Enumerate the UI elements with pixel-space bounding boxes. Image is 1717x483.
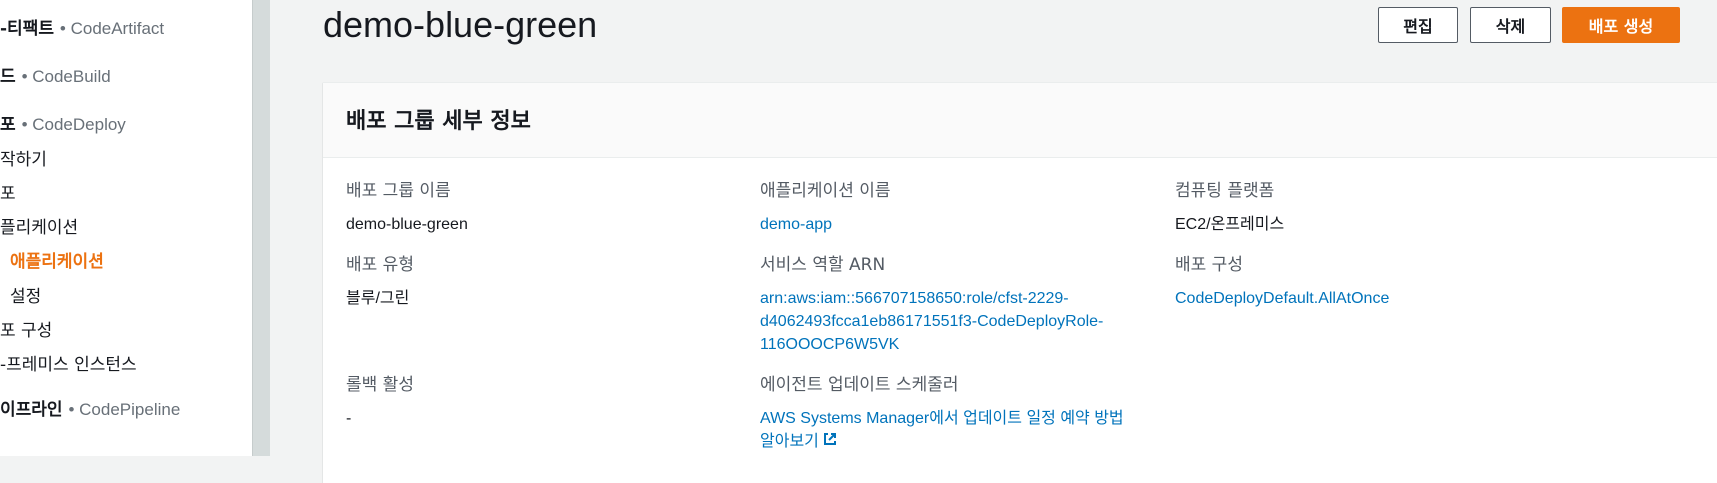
field-deploy-config: 배포 구성 CodeDeployDefault.AllAtOnce: [1175, 250, 1565, 310]
nav-service: • CodePipeline: [68, 400, 181, 419]
nav-codedeploy[interactable]: 포 • CodeDeploy: [0, 110, 126, 135]
field-label: 배포 유형: [346, 255, 414, 275]
panel-title: 배포 그룹 세부 정보: [346, 109, 531, 134]
field-deploy-type: 배포 유형 블루/그린: [346, 250, 736, 310]
panel-header: 배포 그룹 세부 정보: [323, 83, 1717, 158]
link-text: 알아보기: [760, 433, 819, 450]
field-label: 에이전트 업데이트 스케줄러: [760, 375, 959, 395]
nav-label: 포: [0, 115, 16, 135]
edit-button[interactable]: 편집: [1378, 7, 1458, 43]
app-name-link[interactable]: demo-app: [760, 213, 1150, 236]
role-arn-link[interactable]: arn:aws:iam::566707158650:role/cfst-2229…: [760, 287, 1150, 356]
nav-service: • CodeDeploy: [21, 115, 126, 134]
sidebar-nav: -티팩트 • CodeArtifact 드 • CodeBuild 포 • Co…: [0, 0, 252, 456]
field-label: 롤백 활성: [346, 375, 414, 395]
main-content: demo-blue-green 편집 삭제 배포 생성 배포 그룹 세부 정보 …: [269, 0, 1717, 483]
field-label: 컴퓨팅 플랫폼: [1175, 181, 1275, 201]
nav-codeartifact[interactable]: -티팩트 • CodeArtifact: [0, 14, 164, 39]
field-value: -: [346, 410, 352, 427]
arn-line: d4062493fcca1eb86171551f3-CodeDeployRole…: [760, 313, 1104, 330]
nav-label: 이프라인: [0, 400, 63, 420]
agent-scheduler-link[interactable]: AWS Systems Manager에서 업데이트 일정 예약 방법 알아보기: [760, 407, 1160, 453]
nav-getting-started[interactable]: 작하기: [0, 145, 47, 170]
field-platform: 컴퓨팅 플랫폼 EC2/온프레미스: [1175, 176, 1565, 236]
field-value: 블루/그린: [346, 290, 410, 307]
nav-applications-active[interactable]: 애플리케이션: [10, 247, 104, 272]
field-label: 서비스 역할 ARN: [760, 255, 886, 275]
field-label: 배포 그룹 이름: [346, 181, 451, 201]
nav-service: • CodeBuild: [21, 67, 111, 86]
nav-label: 드: [0, 67, 16, 87]
field-rollback: 롤백 활성 -: [346, 370, 736, 430]
deploy-config-link[interactable]: CodeDeployDefault.AllAtOnce: [1175, 287, 1565, 310]
link-line: AWS Systems Manager에서 업데이트 일정 예약 방법: [760, 410, 1124, 427]
create-deployment-button[interactable]: 배포 생성: [1562, 7, 1680, 43]
nav-applications[interactable]: 플리케이션: [0, 213, 78, 238]
field-label: 애플리케이션 이름: [760, 181, 891, 201]
nav-codepipeline[interactable]: 이프라인 • CodePipeline: [0, 395, 180, 420]
field-value: EC2/온프레미스: [1175, 216, 1285, 233]
nav-codebuild[interactable]: 드 • CodeBuild: [0, 62, 111, 87]
details-panel: 배포 그룹 세부 정보 배포 그룹 이름 demo-blue-green 애플리…: [323, 82, 1717, 483]
arn-line: arn:aws:iam::566707158650:role/cfst-2229…: [760, 290, 1069, 307]
field-app-name: 애플리케이션 이름 demo-app: [760, 176, 1150, 236]
nav-deployments[interactable]: 포: [0, 179, 16, 204]
sidebar-scrollbar[interactable]: [252, 0, 270, 456]
nav-settings[interactable]: 설정: [10, 282, 41, 307]
field-group-name: 배포 그룹 이름 demo-blue-green: [346, 176, 736, 236]
external-link-icon: [823, 430, 837, 453]
delete-button[interactable]: 삭제: [1470, 7, 1551, 43]
arn-line: 116OOOCP6W5VK: [760, 336, 900, 353]
page-title: demo-blue-green: [323, 4, 598, 45]
nav-deployment-configs[interactable]: 포 구성: [0, 316, 52, 341]
field-label: 배포 구성: [1175, 255, 1243, 275]
field-agent-scheduler: 에이전트 업데이트 스케줄러 AWS Systems Manager에서 업데이…: [760, 370, 1160, 453]
nav-label: -티팩트: [0, 19, 54, 39]
link-line-last: 알아보기: [760, 430, 1160, 453]
nav-service: • CodeArtifact: [59, 19, 165, 38]
nav-onprem-instances[interactable]: -프레미스 인스턴스: [0, 350, 137, 375]
field-value: demo-blue-green: [346, 216, 468, 233]
field-role-arn: 서비스 역할 ARN arn:aws:iam::566707158650:rol…: [760, 250, 1150, 356]
